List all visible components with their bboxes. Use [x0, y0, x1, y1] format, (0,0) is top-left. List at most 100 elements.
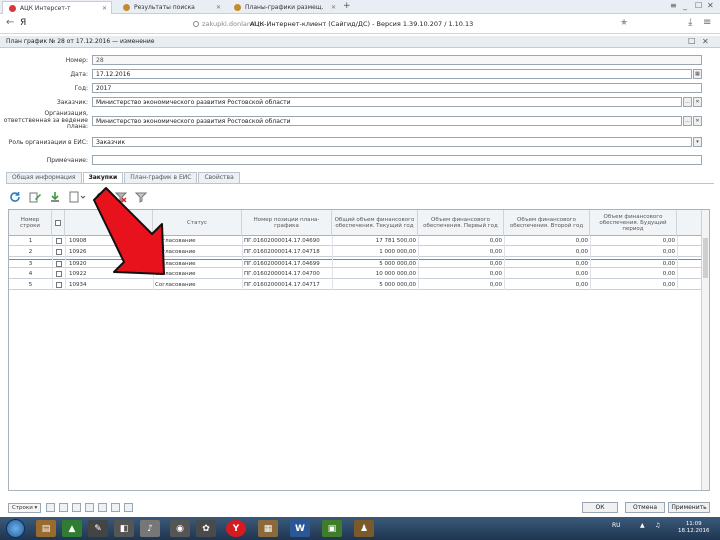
info-icon[interactable] [124, 503, 134, 512]
back-icon[interactable]: ← [6, 17, 14, 28]
close-tab-icon[interactable]: ✕ [216, 4, 221, 11]
window-maximize-icon[interactable]: □ [688, 36, 696, 45]
column-header-total[interactable]: Общий объем финансового обеспечения. Тек… [332, 210, 418, 236]
export-icon[interactable] [46, 503, 56, 512]
app-icon[interactable]: ▣ [322, 520, 342, 537]
column-header-line-number[interactable]: Номер строки [9, 210, 52, 236]
date-field[interactable]: 17.12.2016 [92, 69, 692, 79]
app-icon[interactable]: ✿ [196, 520, 216, 537]
sign-icon[interactable] [111, 503, 121, 512]
role-dropdown-icon[interactable]: ▾ [693, 137, 702, 147]
customer-field[interactable]: Министерство экономического развития Рос… [92, 97, 682, 107]
year-field[interactable]: 2017 [92, 83, 702, 93]
row-checkbox[interactable] [55, 260, 62, 267]
scrollbar-thumb[interactable] [703, 238, 708, 278]
history-icon[interactable] [98, 503, 108, 512]
browser-menu-icon[interactable]: ≡ [703, 17, 711, 28]
browser-tab-acc[interactable]: АЦК Интерсет-т ✕ [2, 1, 112, 14]
column-divider [504, 236, 505, 290]
url-page-title[interactable]: АЦК-Интернет-клиент (Сайгид/ДС) - Версия… [250, 20, 473, 28]
window-close-icon[interactable]: ✕ [702, 37, 709, 46]
row-checkbox[interactable] [55, 248, 62, 255]
link-icon[interactable] [85, 503, 95, 512]
menu-icon[interactable]: ≡ [670, 1, 677, 10]
print-icon[interactable] [59, 503, 69, 512]
grid-vertical-scrollbar[interactable] [701, 210, 709, 490]
window-title-text: План график № 28 от 17.12.2016 — изменен… [6, 38, 155, 45]
rows-select[interactable]: Строки ▾ [8, 502, 42, 513]
number-field[interactable]: 28 [92, 55, 702, 65]
app-icon[interactable]: ♪ [140, 520, 160, 537]
row-status: Согласование [155, 282, 196, 288]
customer-lookup-button[interactable]: ... [683, 97, 692, 107]
yandex-logo[interactable]: Я [20, 18, 26, 28]
select-all-checkbox[interactable] [55, 220, 61, 226]
minimize-icon[interactable]: _ [683, 1, 687, 10]
network-icon[interactable]: ▲ [640, 522, 645, 529]
start-button[interactable] [6, 519, 25, 538]
responsible-field[interactable]: Министерство экономического развития Рос… [92, 116, 682, 126]
column-header-position[interactable]: Номер позиции плана-графика [242, 210, 332, 236]
note-field[interactable] [92, 155, 702, 165]
language-indicator[interactable]: RU [612, 522, 621, 529]
taskbar-clock[interactable]: 11:09 18.12.2016 [678, 521, 710, 535]
app-icon[interactable]: ♟ [354, 520, 374, 537]
row-checkbox[interactable] [55, 237, 62, 244]
cancel-button[interactable]: Отмена [625, 502, 665, 513]
column-header-first-year[interactable]: Объем финансового обеспечения. Первый го… [418, 210, 504, 236]
browser-tab-label: Результаты поиска [134, 4, 195, 11]
app-icon[interactable]: ◧ [114, 520, 134, 537]
table-row[interactable]: 5 10934 Согласование ПГ.01602000014.17.0… [9, 281, 709, 290]
customer-clear-button[interactable]: ✕ [693, 97, 702, 107]
browser-tab-search[interactable]: Результаты поиска ✕ [117, 1, 225, 14]
ok-button[interactable]: ОК [582, 502, 618, 513]
row-checkbox-cell[interactable] [52, 281, 65, 290]
row-checkbox-cell[interactable] [52, 237, 65, 246]
import-icon[interactable] [48, 190, 62, 204]
browser-tab-plans[interactable]: Планы-графики размещ. ✕ [228, 1, 340, 14]
apply-button[interactable]: Применить [668, 502, 710, 513]
attach-icon[interactable] [72, 503, 82, 512]
word-icon[interactable]: W [290, 520, 310, 537]
site-info-icon[interactable] [193, 21, 199, 27]
maximize-icon[interactable]: ☐ [695, 1, 702, 10]
row-checkbox[interactable] [55, 281, 62, 288]
row-checkbox-cell[interactable] [52, 270, 65, 279]
download-icon[interactable]: ⤓ [688, 17, 692, 28]
refresh-icon[interactable] [8, 190, 22, 204]
row-position: ПГ.01602000014.17.04718 [244, 249, 320, 255]
edit-icon[interactable] [28, 190, 42, 204]
column-header-future[interactable]: Объем финансового обеспечения. Будущий п… [590, 210, 677, 236]
volume-icon[interactable]: ♫ [655, 522, 660, 529]
row-checkbox-cell[interactable] [52, 260, 65, 269]
close-tab-icon[interactable]: ✕ [331, 4, 336, 11]
document-icon[interactable] [68, 190, 88, 204]
close-tab-icon[interactable]: ✕ [102, 5, 107, 12]
new-tab-button[interactable]: + [343, 1, 351, 11]
close-window-icon[interactable]: ✕ [707, 1, 714, 10]
app-icon[interactable]: ▲ [62, 520, 82, 537]
calendar-icon[interactable]: ▦ [693, 69, 702, 79]
bookmark-star-icon[interactable]: ★ [620, 18, 628, 28]
column-header-second-year[interactable]: Объем финансового обеспечения. Второй го… [504, 210, 590, 236]
column-divider [418, 236, 419, 290]
responsible-clear-button[interactable]: ✕ [693, 116, 702, 126]
tab-plan-eis[interactable]: План-график в ЕИС [124, 172, 198, 183]
row-checkbox-cell[interactable] [52, 248, 65, 257]
app-icon[interactable]: ◉ [170, 520, 190, 537]
role-select[interactable]: Заказчик [92, 137, 692, 147]
row-first-year: 0,00 [489, 261, 502, 267]
tab-general-info[interactable]: Общая информация [6, 172, 82, 183]
row-position: ПГ.01602000014.17.04690 [244, 238, 320, 244]
explorer-icon[interactable]: ▤ [36, 520, 56, 537]
tab-purchases[interactable]: Закупки [82, 172, 124, 183]
column-header-select[interactable] [52, 210, 65, 236]
responsible-lookup-button[interactable]: ... [683, 116, 692, 126]
app-icon[interactable]: ✎ [88, 520, 108, 537]
row-future: 0,00 [662, 249, 675, 255]
tab-properties[interactable]: Свойства [198, 172, 240, 183]
app-icon[interactable]: ▦ [258, 520, 278, 537]
yandex-browser-icon[interactable]: Y [226, 520, 246, 537]
row-checkbox[interactable] [55, 270, 62, 277]
row-future: 0,00 [662, 282, 675, 288]
